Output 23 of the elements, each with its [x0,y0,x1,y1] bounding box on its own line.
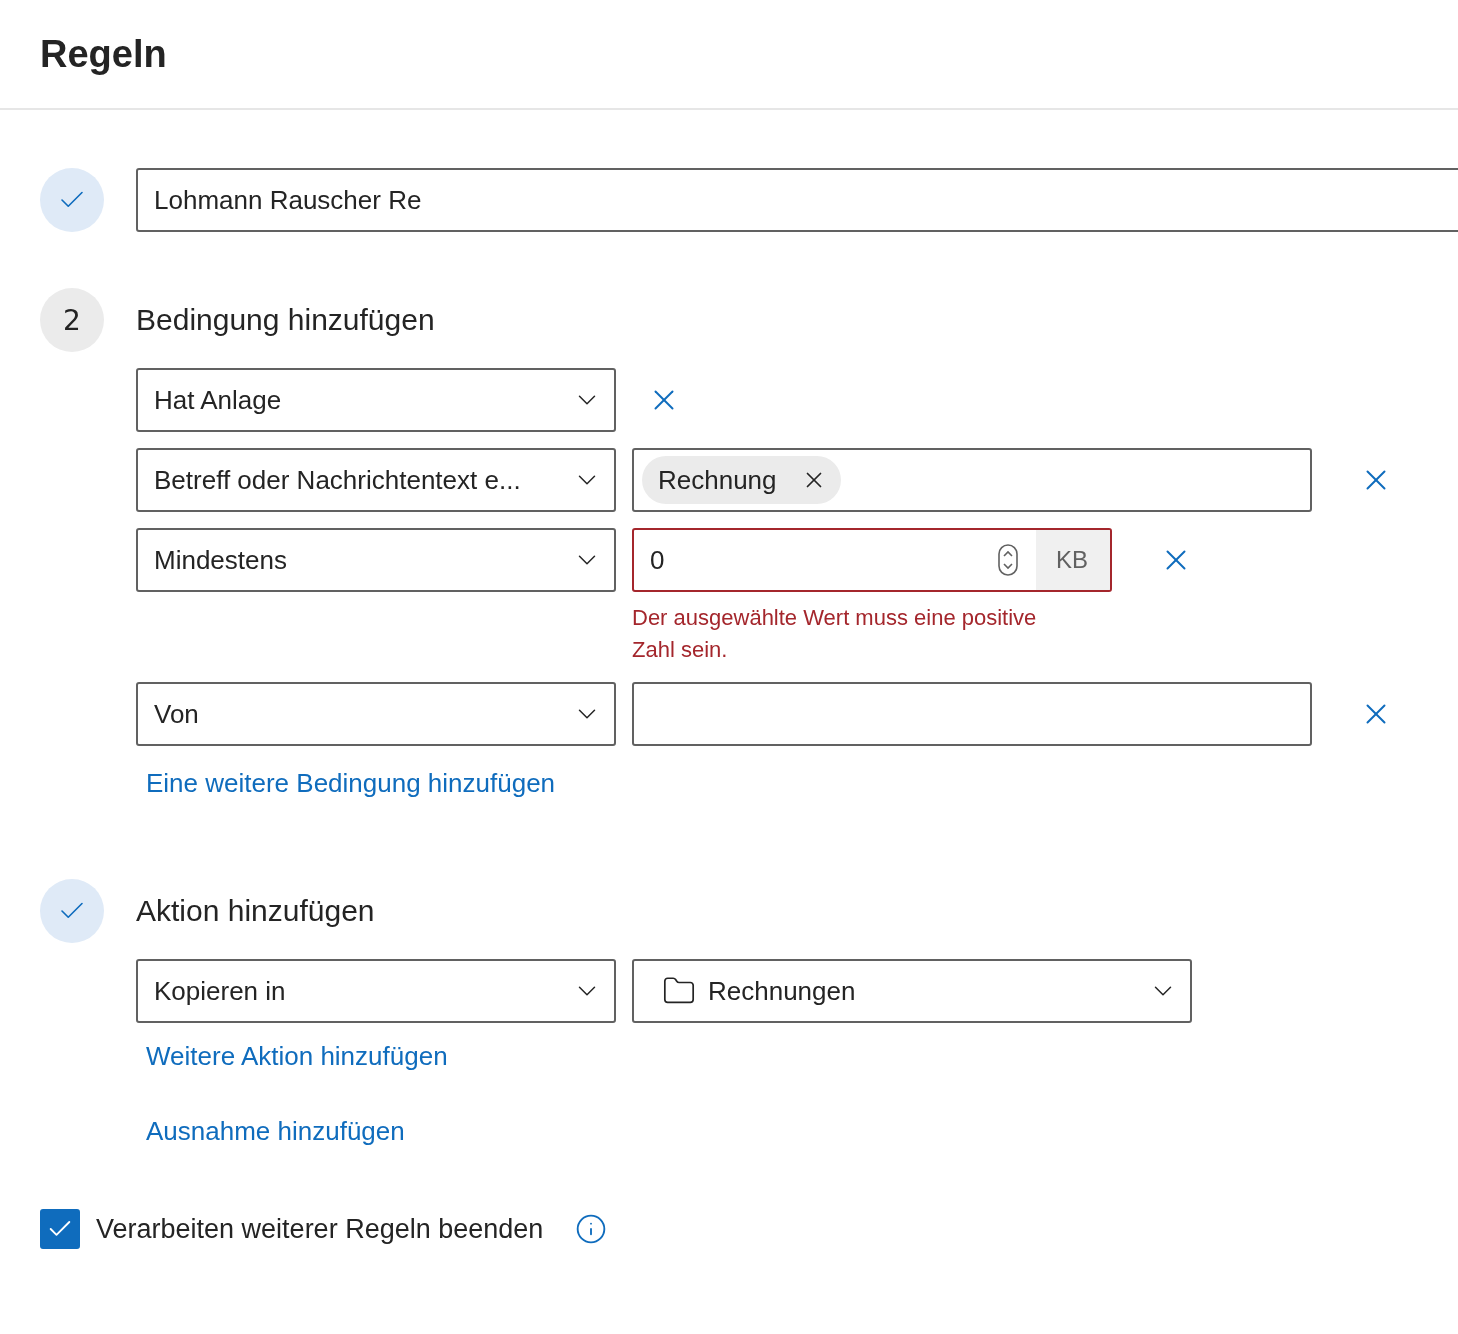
add-link[interactable]: Ausnahme hinzufügen [136,1116,405,1147]
text-input-field[interactable] [632,682,1312,746]
folder-dropdown[interactable]: Rechnungen [632,959,1192,1023]
section-heading: Bedingung hinzufügen [136,302,436,338]
error-message: Der ausgewählte Wert muss eine positive Zahl sein. [632,604,1038,664]
tag-chip: Rechnung [642,456,841,504]
condition-dropdown[interactable]: Hat Anlage [136,368,616,432]
step-indicator: 2 [40,288,104,352]
spinner-icon[interactable] [998,544,1018,576]
page-title: Regeln [40,32,167,76]
tag-input-field[interactable]: Rechnung [632,448,1312,512]
section-heading: Aktion hinzufügen [136,893,376,929]
checkbox-label: Verarbeiten weiterer Regeln beenden [96,1213,544,1245]
condition-dropdown[interactable]: Mindestens [136,528,616,592]
checkbox[interactable] [40,1209,80,1249]
add-condition-link[interactable]: Eine weitere Bedingung hinzufügen [136,768,556,799]
condition-dropdown[interactable]: Betreff oder Nachrichtentext e... [136,448,616,512]
action-dropdown[interactable]: Kopieren in [136,959,616,1023]
condition-dropdown[interactable]: Von [136,682,616,746]
info-icon[interactable] [575,1213,608,1245]
number-input-field[interactable]: 0 KB [632,528,1112,592]
rule-name-field[interactable]: Lohmann Rauscher Re [136,168,1458,232]
add-link[interactable]: Weitere Aktion hinzufügen [136,1041,448,1072]
